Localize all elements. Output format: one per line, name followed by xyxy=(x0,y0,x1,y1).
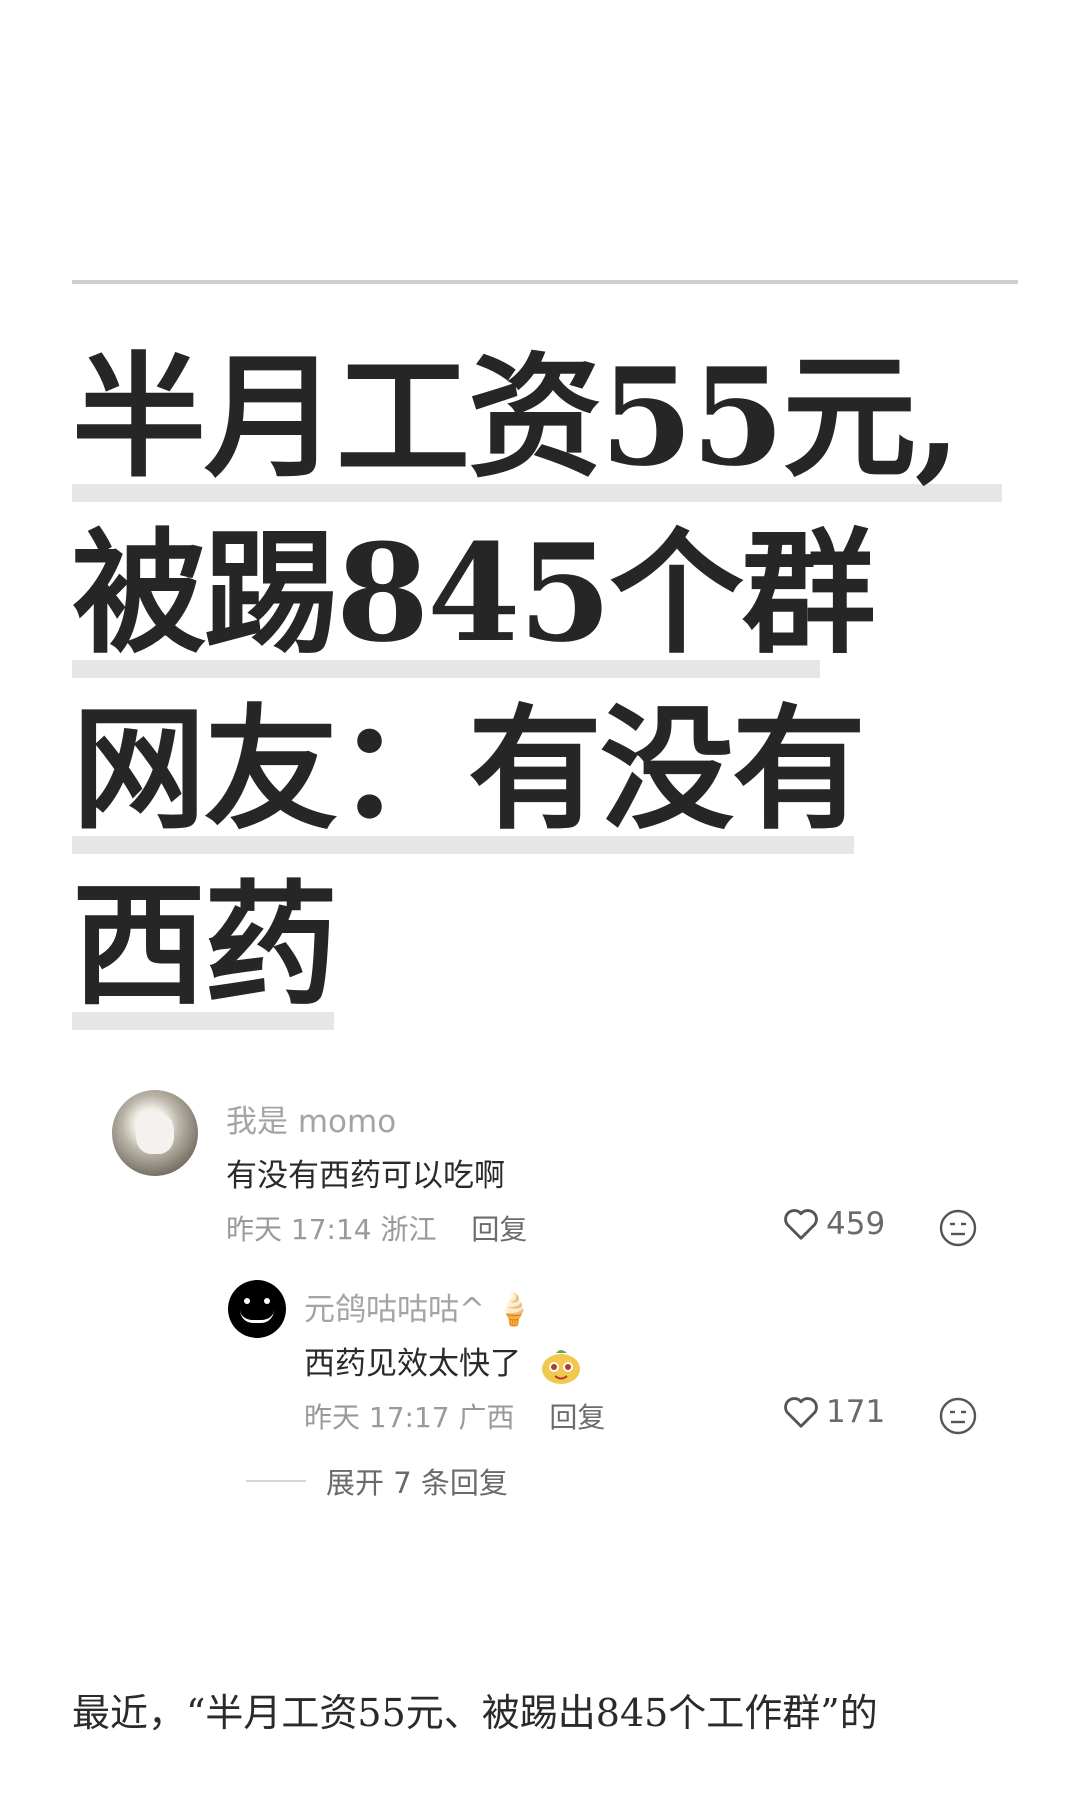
comment-username[interactable]: 元鸽咕咕咕^ 🍦 xyxy=(304,1284,533,1329)
comment-text: 有没有西药可以吃啊 xyxy=(226,1158,505,1194)
headline-text: 被踢845个群 xyxy=(72,514,876,672)
like-count: 459 xyxy=(826,1206,886,1242)
headline-text: 半月工资55元, xyxy=(72,338,961,496)
comment-location: 浙江 xyxy=(380,1213,437,1246)
avatar-eye xyxy=(264,1298,270,1304)
comment-username-text: 元鸽咕咕咕^ xyxy=(304,1292,485,1328)
headline-text: 网友：有没有 xyxy=(72,690,866,848)
sticker-face-icon xyxy=(541,1349,580,1384)
headline-line-4: 西药 xyxy=(72,878,959,1054)
like-button[interactable]: 459 xyxy=(782,1206,885,1242)
top-divider xyxy=(72,280,1018,284)
comment-location: 广西 xyxy=(458,1401,515,1434)
dislike-face-icon[interactable] xyxy=(938,1208,978,1248)
like-button[interactable]: 171 xyxy=(782,1394,885,1430)
avatar-eye xyxy=(244,1298,250,1304)
headline: 半月工资55元, 被踢845个群 网友：有没有 西药 xyxy=(72,338,1002,1054)
avatar[interactable] xyxy=(112,1090,198,1176)
headline-line-3: 网友：有没有 xyxy=(72,702,959,878)
heart-icon xyxy=(784,1397,818,1428)
reply-button[interactable]: 回复 xyxy=(549,1401,605,1434)
cat-avatar-image xyxy=(136,1112,174,1154)
dislike-face-icon[interactable] xyxy=(938,1396,978,1436)
article-paragraph: 最近，“半月工资55元、被踢出845个工作群”的 xyxy=(72,1691,878,1735)
comment-text-content: 西药见效太快了 xyxy=(304,1346,521,1382)
avatar[interactable] xyxy=(228,1280,286,1338)
reply-button[interactable]: 回复 xyxy=(471,1213,527,1246)
expand-divider xyxy=(246,1480,306,1482)
comment-meta: 昨天 17:14 浙江 回复 xyxy=(226,1208,527,1248)
avatar-grin xyxy=(240,1310,274,1323)
heart-icon xyxy=(784,1209,818,1240)
like-count: 171 xyxy=(826,1394,886,1430)
comment-time: 昨天 17:14 xyxy=(226,1213,372,1246)
expand-replies-button[interactable]: 展开 7 条回复 xyxy=(246,1460,508,1502)
expand-replies-label: 展开 7 条回复 xyxy=(326,1466,508,1500)
comment-meta: 昨天 17:17 广西 回复 xyxy=(304,1396,605,1436)
comment-username[interactable]: 我是 momo xyxy=(226,1096,396,1141)
headline-text: 西药 xyxy=(72,866,338,1024)
ice-cream-icon: 🍦 xyxy=(494,1292,534,1328)
headline-line-2: 被踢845个群 xyxy=(72,526,959,702)
comment-time: 昨天 17:17 xyxy=(304,1401,450,1434)
headline-line-1: 半月工资55元, xyxy=(72,338,1002,526)
comment-text: 西药见效太快了 xyxy=(304,1338,583,1386)
